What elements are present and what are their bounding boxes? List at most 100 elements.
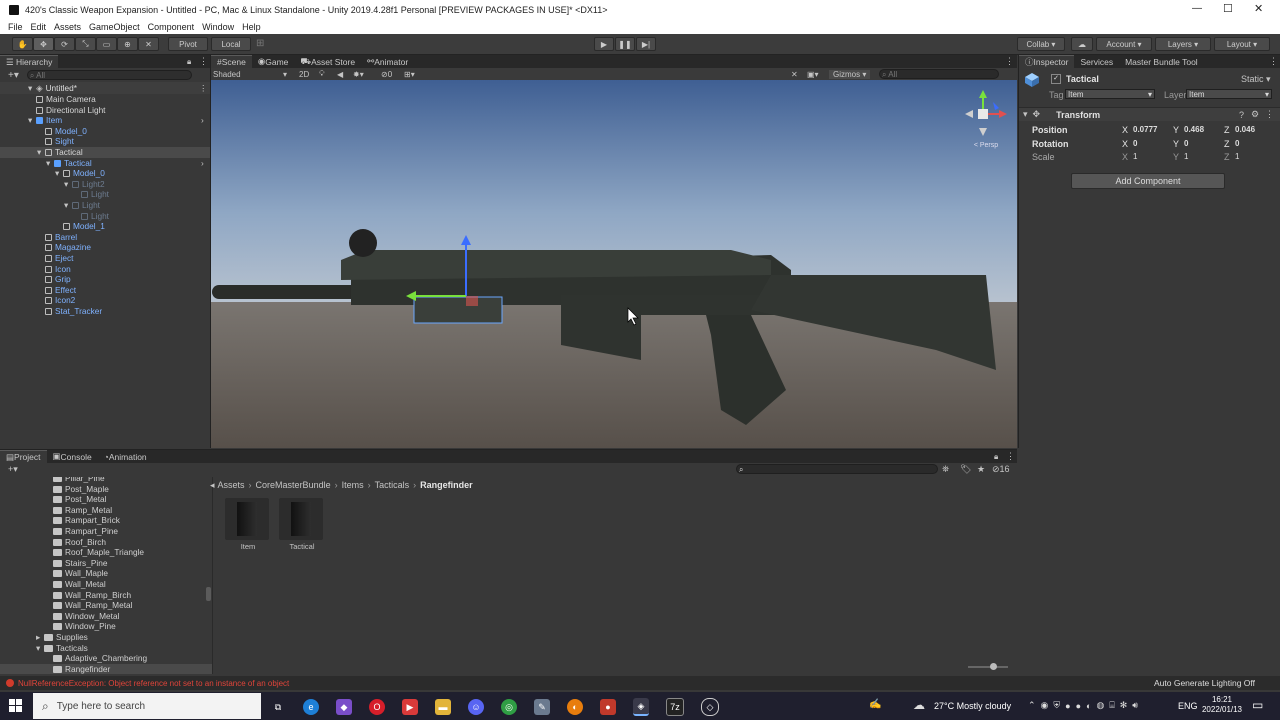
- hierarchy-item[interactable]: Stat_Tracker: [0, 306, 210, 317]
- project-folder-item[interactable]: Wall_Metal: [0, 579, 212, 590]
- blender-icon[interactable]: ◐: [567, 699, 583, 715]
- scene-menu-icon[interactable]: ⋮: [1005, 56, 1014, 67]
- tray-app-icon[interactable]: ◍: [1096, 700, 1104, 711]
- chrome-browser-icon[interactable]: ◎: [501, 699, 517, 715]
- persp-label[interactable]: < Persp: [961, 142, 1011, 149]
- prefab-open-arrow-icon[interactable]: ›: [201, 158, 204, 169]
- hierarchy-item[interactable]: ▾ Model_0: [0, 168, 210, 179]
- weather-text[interactable]: 27°C Mostly cloudy: [934, 701, 1011, 711]
- breadcrumb-item[interactable]: CoreMasterBundle: [256, 480, 331, 490]
- project-folder-item[interactable]: Rangefinder: [0, 663, 212, 674]
- visual-studio-icon[interactable]: ◆: [336, 699, 352, 715]
- hierarchy-item[interactable]: Model_0: [0, 126, 210, 137]
- rotation-z-axis-label[interactable]: Z: [1224, 139, 1230, 149]
- discord-icon[interactable]: ☺: [468, 699, 484, 715]
- project-folder-item[interactable]: ▾ Tacticals: [0, 643, 212, 654]
- hierarchy-item[interactable]: Light: [0, 189, 210, 200]
- local-toggle[interactable]: Local: [211, 37, 251, 51]
- tab-animator[interactable]: ⚯ Animator: [361, 55, 414, 68]
- tab-game[interactable]: ◉ Game: [252, 55, 295, 68]
- auto-lighting-status[interactable]: Auto Generate Lighting Off: [1154, 678, 1255, 688]
- weather-cloud-icon[interactable]: ☁: [913, 698, 925, 712]
- tray-bluetooth-icon[interactable]: ✻: [1120, 700, 1128, 711]
- expand-arrow-icon[interactable]: ▸: [36, 632, 40, 643]
- tab-project[interactable]: ▤ Project: [0, 449, 47, 464]
- tab-hierarchy[interactable]: ☰ Hierarchy: [0, 54, 59, 69]
- tray-app-icon[interactable]: ●: [1065, 701, 1070, 711]
- zoom-slider[interactable]: [968, 663, 1008, 670]
- position-y-axis-label[interactable]: Y: [1173, 125, 1179, 135]
- app-icon[interactable]: ●: [600, 699, 616, 715]
- hierarchy-item[interactable]: Eject: [0, 253, 210, 264]
- edge-browser-icon[interactable]: e: [303, 699, 319, 715]
- play-button[interactable]: ▶: [594, 37, 614, 51]
- notifications-icon[interactable]: ▭: [1252, 698, 1263, 712]
- hierarchy-item[interactable]: ▾ Tactical ›: [0, 158, 210, 169]
- collab-dropdown[interactable]: Collab ▾: [1017, 37, 1065, 51]
- hierarchy-item[interactable]: Grip: [0, 274, 210, 285]
- collapse-arrow-icon[interactable]: ▾: [1023, 109, 1028, 120]
- effects-toggle-icon[interactable]: ✸▾: [353, 70, 364, 79]
- tab-console[interactable]: ▣ Console: [47, 450, 98, 463]
- project-folder-item[interactable]: ▸ Supplies: [0, 632, 212, 643]
- project-folder-item[interactable]: Roof_Birch: [0, 537, 212, 548]
- rotation-z-field[interactable]: 0: [1233, 139, 1273, 149]
- project-folder-item[interactable]: Ramp_Metal: [0, 505, 212, 516]
- hierarchy-item[interactable]: Directional Light: [0, 105, 210, 116]
- project-folder-item[interactable]: Pillar_Pine: [0, 477, 212, 484]
- expand-arrow-icon[interactable]: ▾: [64, 200, 68, 211]
- menu-window[interactable]: Window: [202, 22, 234, 32]
- minimize-button[interactable]: —: [1192, 3, 1202, 14]
- hierarchy-item[interactable]: ▾ Item ›: [0, 115, 210, 126]
- tab-inspector[interactable]: ⓘ Inspector: [1019, 54, 1075, 69]
- account-dropdown[interactable]: Account ▾: [1096, 37, 1152, 51]
- hierarchy-item[interactable]: Barrel: [0, 232, 210, 243]
- audio-toggle-icon[interactable]: ◀︎: [337, 70, 343, 79]
- project-folder-item[interactable]: Post_Metal: [0, 494, 212, 505]
- rotation-x-axis-label[interactable]: X: [1122, 139, 1128, 149]
- project-create-icon[interactable]: +▾: [8, 464, 18, 475]
- asset-item[interactable]: Item: [225, 498, 271, 551]
- panel-menu-icon[interactable]: ⋮: [199, 56, 208, 67]
- scale-y-axis-label[interactable]: Y: [1173, 152, 1179, 162]
- menu-help[interactable]: Help: [242, 22, 261, 32]
- tray-app-icon[interactable]: ◉: [1041, 700, 1049, 711]
- 7zip-icon[interactable]: 7z: [666, 698, 684, 716]
- active-checkbox[interactable]: ✓: [1051, 74, 1061, 84]
- breadcrumb-item[interactable]: Assets: [218, 480, 245, 490]
- scene-menu-icon[interactable]: ⋮: [199, 83, 207, 94]
- rect-tool-icon[interactable]: ▭: [96, 37, 117, 51]
- tools-icon[interactable]: ✕: [791, 70, 798, 79]
- scene-root-row[interactable]: ▾ ◈ Untitled* ⋮: [0, 82, 210, 94]
- camera-settings-icon[interactable]: ▣▾: [807, 70, 819, 79]
- preset-icon[interactable]: ⚙: [1251, 109, 1259, 120]
- shading-dropdown-arrow-icon[interactable]: ▾: [283, 70, 287, 79]
- windows-start-icon[interactable]: [9, 699, 23, 715]
- custom-tool-icon[interactable]: ✕: [138, 37, 159, 51]
- expand-arrow-icon[interactable]: ▾: [64, 179, 68, 190]
- position-z-axis-label[interactable]: Z: [1224, 125, 1230, 135]
- expand-arrow-icon[interactable]: ▾: [36, 643, 40, 654]
- tab-animation[interactable]: ◔ Animation: [98, 450, 153, 463]
- favorite-star-icon[interactable]: ★: [977, 464, 985, 475]
- pivot-toggle[interactable]: Pivot: [168, 37, 208, 51]
- tray-shield-icon[interactable]: ⛨: [1053, 700, 1060, 711]
- transform-header[interactable]: ▾ ✥ Transform ? ⚙ ⋮: [1019, 107, 1280, 121]
- project-menu-icon[interactable]: ⋮: [1006, 451, 1015, 462]
- hierarchy-item[interactable]: Model_1: [0, 221, 210, 232]
- rotation-y-field[interactable]: 0: [1182, 139, 1222, 149]
- pen-workspace-icon[interactable]: ✍: [869, 699, 881, 710]
- grid-toggle-icon[interactable]: ⊞▾: [404, 70, 415, 79]
- pause-button[interactable]: ❚❚: [615, 37, 635, 51]
- breadcrumb-item[interactable]: Rangefinder: [420, 480, 473, 490]
- step-button[interactable]: ▶|: [636, 37, 656, 51]
- unity-hub-icon[interactable]: ◇: [701, 698, 719, 716]
- menu-gameobject[interactable]: GameObject: [89, 22, 140, 32]
- move-tool-icon[interactable]: ✥: [33, 37, 54, 51]
- tab-asset-store[interactable]: ⛟ Asset Store: [294, 55, 361, 68]
- add-component-button[interactable]: Add Component: [1071, 173, 1225, 189]
- project-folder-item[interactable]: Window_Metal: [0, 611, 212, 622]
- hierarchy-item[interactable]: Sight: [0, 136, 210, 147]
- search-by-type-icon[interactable]: ⛯: [942, 464, 949, 475]
- zoom-slider-handle[interactable]: [990, 663, 997, 670]
